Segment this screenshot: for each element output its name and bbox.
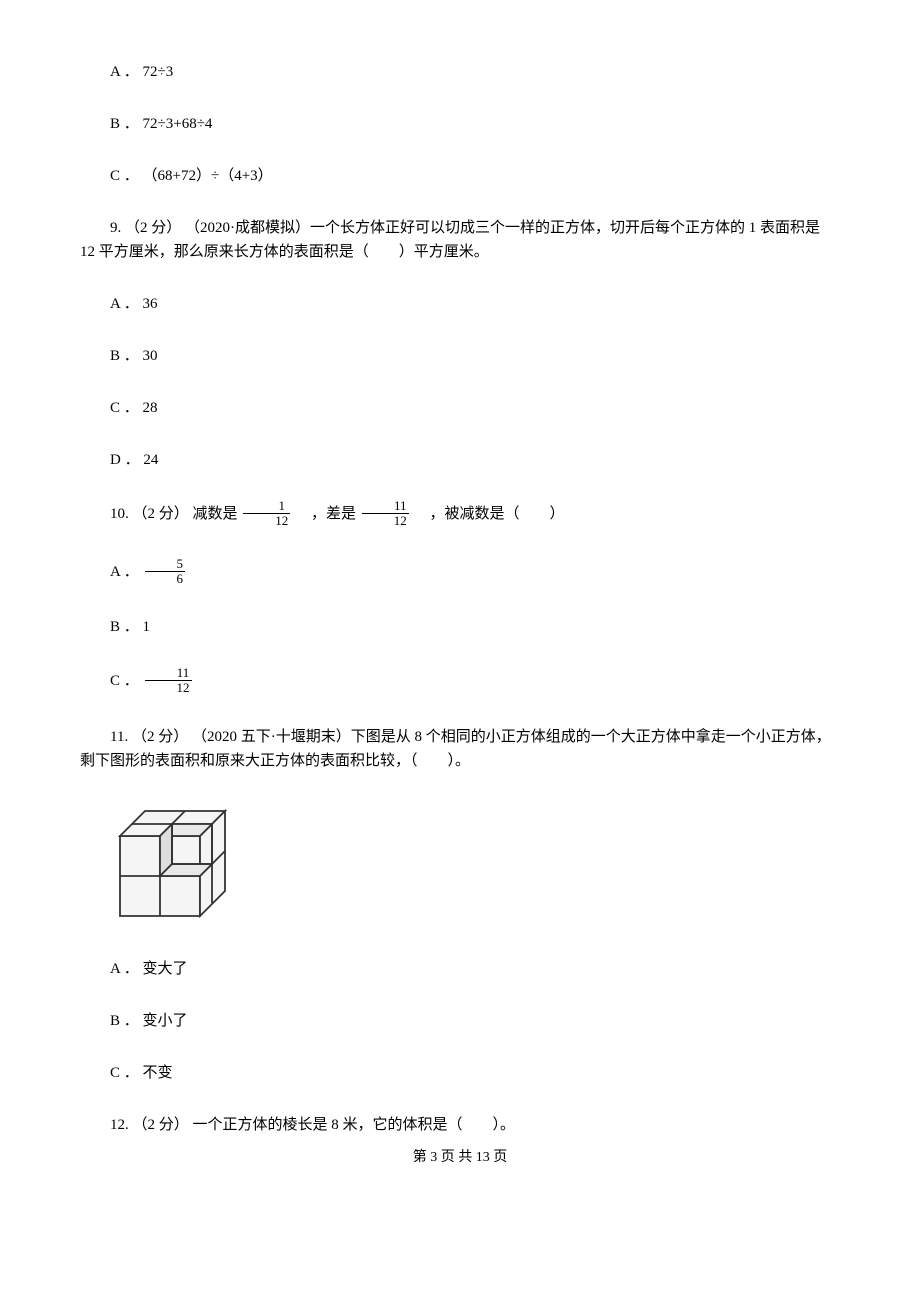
frac-den: 12 <box>362 514 409 528</box>
frac-den: 6 <box>145 572 186 586</box>
q11-line1: 11. （2 分） （2020 五下·十堰期末）下图是从 8 个相同的小正方体组… <box>110 729 831 745</box>
q10-stem-post: ，被减数是（ ） <box>415 506 565 522</box>
q10-stem: 10. （2 分） 减数是 1 12 ，差是 11 12 ，被减数是（ ） <box>80 500 840 530</box>
q8-option-c: C ． （68+72）÷（4+3） <box>80 164 840 188</box>
q9-option-d: D ． 24 <box>80 448 840 472</box>
fraction-1-12: 1 12 <box>243 499 290 529</box>
q10-optC-pre: C ． <box>110 673 143 689</box>
q10-optA-pre: A ． <box>110 564 143 580</box>
frac-num: 1 <box>243 499 290 514</box>
q11-stem: 11. （2 分） （2020 五下·十堰期末）下图是从 8 个相同的小正方体组… <box>80 725 840 773</box>
page-footer: 第 3 页 共 13 页 <box>80 1147 840 1169</box>
fraction-11-12: 11 12 <box>362 499 409 529</box>
q11-option-b: B ． 变小了 <box>80 1009 840 1033</box>
q9-line2: 12 平方厘米，那么原来长方体的表面积是（ ）平方厘米。 <box>80 244 489 260</box>
q10-stem-pre: 10. （2 分） 减数是 <box>110 506 241 522</box>
q9-option-a: A ． 36 <box>80 292 840 316</box>
q8-option-a: A ． 72÷3 <box>80 60 840 84</box>
q10-option-b: B ． 1 <box>80 615 840 639</box>
q8-option-b: B ． 72÷3+68÷4 <box>80 112 840 136</box>
q10-stem-mid: ，差是 <box>296 506 360 522</box>
q9-line1: 9. （2 分） （2020·成都模拟）一个长方体正好可以切成三个一样的正方体，… <box>110 220 820 236</box>
q9-stem: 9. （2 分） （2020·成都模拟）一个长方体正好可以切成三个一样的正方体，… <box>80 216 840 264</box>
q10-option-a: A ． 5 6 <box>80 558 840 588</box>
fraction-11-12: 11 12 <box>145 666 192 696</box>
q11-option-a: A ． 变大了 <box>80 957 840 981</box>
fraction-5-6: 5 6 <box>145 557 186 587</box>
frac-num: 11 <box>362 499 409 514</box>
q12-stem: 12. （2 分） 一个正方体的棱长是 8 米，它的体积是（ ）。 <box>80 1113 840 1137</box>
q9-option-c: C ． 28 <box>80 396 840 420</box>
q11-option-c: C ． 不变 <box>80 1061 840 1085</box>
q9-option-b: B ． 30 <box>80 344 840 368</box>
frac-den: 12 <box>243 514 290 528</box>
frac-num: 11 <box>145 666 192 681</box>
q10-option-c: C ． 11 12 <box>80 667 840 697</box>
q11-line2: 剩下图形的表面积和原来大正方体的表面积比较，（ ）。 <box>80 753 470 769</box>
frac-num: 5 <box>145 557 186 572</box>
cube-missing-corner-icon <box>110 801 240 921</box>
frac-den: 12 <box>145 681 192 695</box>
cube-figure <box>110 801 840 929</box>
